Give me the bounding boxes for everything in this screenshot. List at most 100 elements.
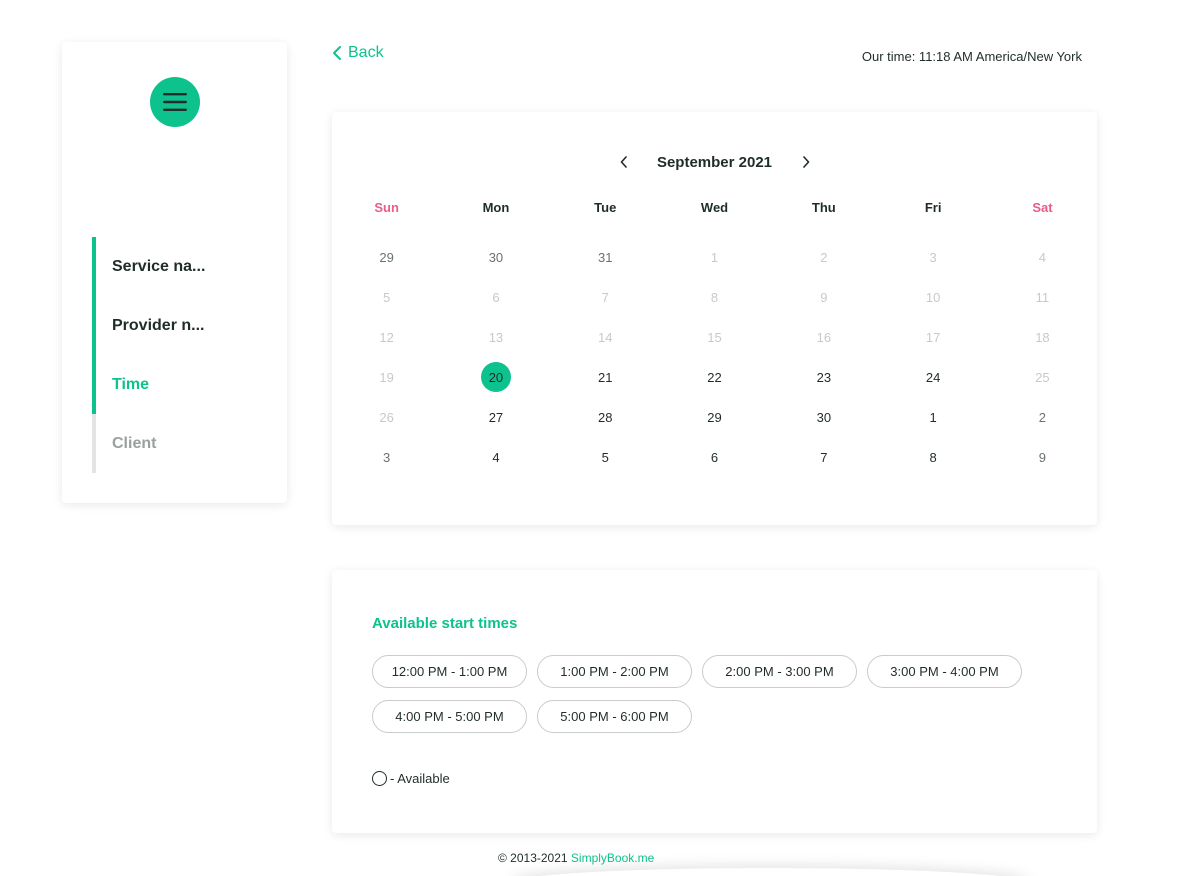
back-label: Back (348, 44, 384, 61)
day-number: 19 (379, 369, 394, 385)
day-number: 2 (820, 249, 828, 265)
day-number: 27 (488, 409, 504, 425)
day-number: 18 (1035, 329, 1050, 345)
step-label: Service na... (112, 257, 206, 275)
menu-button[interactable] (150, 77, 200, 127)
day-number: 30 (816, 409, 832, 425)
day-cell[interactable]: 21 (551, 357, 660, 397)
day-cell: 26 (332, 397, 441, 437)
day-number: 23 (816, 369, 832, 385)
prev-month-button[interactable] (616, 152, 632, 172)
time-slots: 12:00 PM - 1:00 PM 1:00 PM - 2:00 PM 2:00 … (372, 655, 1042, 733)
time-slot-button[interactable]: 2:00 PM - 3:00 PM (702, 655, 857, 688)
day-cell[interactable]: 27 (441, 397, 550, 437)
time-slot-button[interactable]: 12:00 PM - 1:00 PM (372, 655, 527, 688)
footer: © 2013-2021 SimplyBook.me (498, 851, 654, 865)
our-time-text: Our time: 11:18 AM America/New York (861, 49, 1082, 64)
chevron-left-icon (333, 46, 341, 60)
day-cell[interactable]: 28 (551, 397, 660, 437)
day-number: 14 (598, 329, 613, 345)
day-cell: 6 (441, 277, 550, 317)
time-slot-button[interactable]: 1:00 PM - 2:00 PM (537, 655, 692, 688)
step-indicator (92, 237, 96, 296)
weekday-label: Wed (700, 200, 729, 215)
weekday-row: Sun Mon Tue Wed Thu Fri Sat (332, 200, 1097, 215)
step-provider[interactable]: Provider n... (92, 296, 205, 355)
available-circle-icon (372, 771, 387, 786)
day-cell: 17 (878, 317, 987, 357)
brand-link[interactable]: SimplyBook.me (571, 851, 654, 865)
step-label: Provider n... (112, 316, 205, 334)
day-number: 8 (710, 289, 719, 305)
day-cell: 31 (551, 237, 660, 277)
day-number: 24 (925, 369, 941, 385)
day-cell: 14 (551, 317, 660, 357)
day-number: 20 (480, 362, 511, 392)
day-cell: 1 (660, 237, 769, 277)
step-client: Client (92, 414, 205, 473)
day-cell[interactable]: 23 (769, 357, 878, 397)
day-number: 5 (601, 449, 609, 465)
day-cell[interactable]: 24 (878, 357, 987, 397)
step-indicator (92, 355, 96, 414)
legend-label: - Available (390, 771, 450, 786)
top-bar: Back Our time: 11:18 AM America/New York (332, 44, 1082, 70)
day-cell[interactable]: 5 (551, 437, 660, 477)
next-month-button[interactable] (798, 152, 814, 172)
day-cell-selected[interactable]: 20 (441, 357, 550, 397)
day-cell: 4 (988, 237, 1097, 277)
day-number: 21 (598, 369, 613, 385)
day-cell[interactable]: 29 (660, 397, 769, 437)
day-cell: 25 (988, 357, 1097, 397)
back-button[interactable]: Back (332, 44, 384, 62)
day-cell: 15 (660, 317, 769, 357)
legend: - Available (372, 771, 450, 786)
step-service[interactable]: Service na... (92, 237, 205, 296)
calendar-header: September 2021 (332, 150, 1097, 174)
day-cell: 19 (332, 357, 441, 397)
day-cell[interactable]: 1 (878, 397, 987, 437)
day-number: 5 (383, 289, 391, 305)
day-number: 9 (820, 289, 828, 305)
day-cell: 13 (441, 317, 550, 357)
time-slot-button[interactable]: 5:00 PM - 6:00 PM (537, 700, 692, 733)
day-cell[interactable]: 6 (660, 437, 769, 477)
day-cell: 29 (332, 237, 441, 277)
day-cell: 16 (769, 317, 878, 357)
calendar-panel: September 2021 Sun Mon Tue Wed Thu Fri Sat 29 3… (332, 112, 1097, 525)
day-cell[interactable]: 22 (660, 357, 769, 397)
day-cell: 9 (769, 277, 878, 317)
step-label: Client (112, 434, 157, 452)
day-number: 3 (929, 249, 937, 265)
day-cell: 3 (878, 237, 987, 277)
day-number: 31 (598, 249, 613, 265)
weekday-label: Tue (594, 200, 617, 215)
step-indicator (92, 414, 96, 473)
day-number: 7 (601, 289, 609, 305)
times-panel: Available start times 12:00 PM - 1:00 PM… (332, 570, 1097, 833)
day-cell[interactable]: 7 (769, 437, 878, 477)
day-cell: 9 (988, 437, 1097, 477)
day-number: 29 (379, 249, 394, 265)
day-number: 29 (707, 409, 722, 425)
step-time[interactable]: Time (92, 355, 205, 414)
day-cell[interactable]: 30 (769, 397, 878, 437)
weekday-label: Thu (811, 200, 836, 215)
day-cell: 10 (878, 277, 987, 317)
day-number: 4 (492, 449, 500, 465)
weekday-label: Sun (374, 200, 399, 215)
day-cell: 8 (660, 277, 769, 317)
chevron-left-icon (620, 156, 627, 168)
time-slot-button[interactable]: 4:00 PM - 5:00 PM (372, 700, 527, 733)
day-cell[interactable]: 4 (441, 437, 550, 477)
day-number: 1 (929, 409, 937, 425)
day-number: 6 (492, 289, 500, 305)
day-number: 11 (1035, 289, 1050, 305)
day-number: 1 (710, 249, 719, 265)
day-cell: 18 (988, 317, 1097, 357)
sidebar: Service na... Provider n... Time Client (62, 42, 287, 503)
day-cell[interactable]: 8 (878, 437, 987, 477)
time-slot-button[interactable]: 3:00 PM - 4:00 PM (867, 655, 1022, 688)
month-label: September 2021 (656, 153, 773, 171)
day-number: 12 (379, 329, 394, 345)
